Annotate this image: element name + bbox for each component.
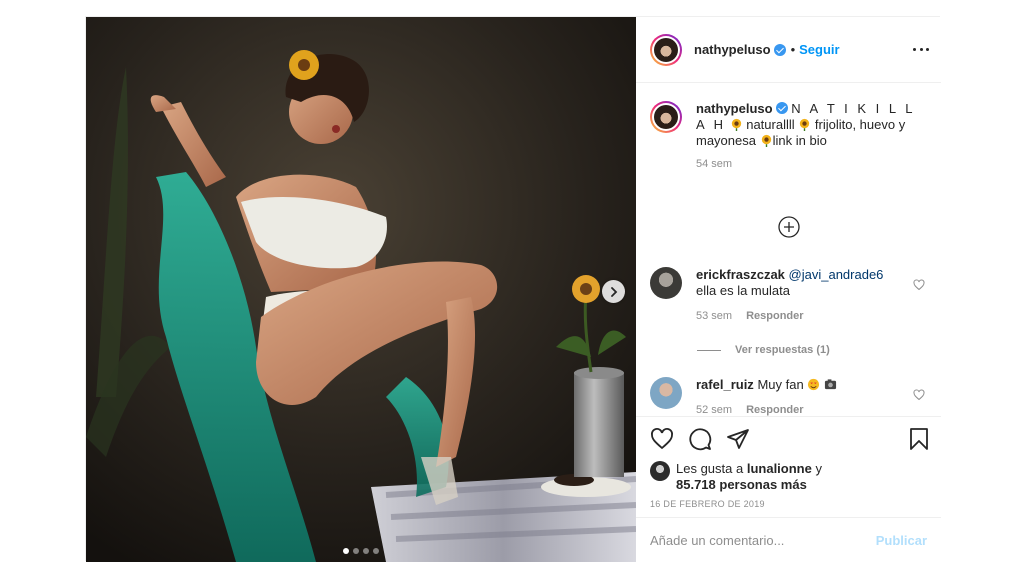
- reply-button[interactable]: Responder: [746, 310, 803, 322]
- add-comment-bar: Publicar: [636, 517, 941, 562]
- chevron-right-icon: [610, 286, 617, 297]
- slide-dot: [353, 548, 359, 554]
- sunflower-emoji-icon: [761, 134, 771, 147]
- verified-badge-icon: [775, 102, 788, 114]
- caption-line: mayonesa: [696, 133, 756, 148]
- comment-username[interactable]: erickfraszczak: [696, 267, 785, 282]
- more-options-icon[interactable]: [913, 41, 929, 57]
- instagram-post: nathypeluso • Seguir nathypeluso N A T I…: [85, 16, 941, 562]
- post-sidebar: nathypeluso • Seguir nathypeluso N A T I…: [636, 17, 941, 562]
- sunflower-emoji-icon: [731, 118, 741, 131]
- caption-avatar[interactable]: [650, 101, 682, 133]
- comment-time[interactable]: 52 sem: [696, 404, 732, 416]
- commenter-avatar[interactable]: [650, 377, 682, 409]
- comment-text: Muy fan: [757, 377, 804, 392]
- post-actions: Les gusta a lunalionne y 85.718 personas…: [636, 416, 941, 509]
- follow-button[interactable]: Seguir: [799, 42, 839, 57]
- caption-username[interactable]: nathypeluso: [696, 101, 773, 116]
- likes-conj: y: [815, 461, 822, 476]
- view-replies-label: Ver respuestas (1): [735, 344, 830, 356]
- view-replies-button[interactable]: Ver respuestas (1): [697, 344, 830, 356]
- publish-button[interactable]: Publicar: [876, 533, 927, 548]
- slide-dot-active: [343, 548, 349, 554]
- action-icons-row: [636, 417, 941, 461]
- slide-indicator: [343, 548, 379, 554]
- comment-time[interactable]: 53 sem: [696, 310, 732, 322]
- liker-avatar[interactable]: [650, 461, 670, 481]
- comment-text: ella es la mulata: [696, 283, 790, 298]
- caption-time[interactable]: 54 sem: [696, 158, 732, 170]
- slide-dot: [363, 548, 369, 554]
- comment-username[interactable]: rafel_ruiz: [696, 377, 754, 392]
- separator-dot: •: [790, 42, 796, 57]
- bookmark-icon[interactable]: [907, 427, 931, 451]
- comments-section: nathypeluso N A T I K I L L A H naturall…: [636, 83, 941, 416]
- caption-line: link in bio: [772, 133, 827, 148]
- comment-input[interactable]: [650, 532, 876, 548]
- comment-item: rafel_ruiz Muy fan 52 sem Responder: [650, 377, 927, 416]
- verified-badge-icon: [773, 43, 786, 56]
- comment-mention[interactable]: @javi_andrade6: [789, 267, 884, 282]
- comment-item: erickfraszczak @javi_andrade6 ella es la…: [650, 267, 927, 322]
- caption-line: frijolito, huevo y: [814, 117, 906, 132]
- heart-icon[interactable]: [913, 389, 925, 401]
- likes-prefix: Les gusta a: [676, 461, 744, 476]
- next-slide-button[interactable]: [602, 280, 625, 303]
- post-date[interactable]: 16 DE FEBRERO DE 2019: [636, 499, 941, 509]
- likes-summary: Les gusta a lunalionne y 85.718 personas…: [636, 461, 941, 493]
- heart-eyes-emoji-icon: [808, 378, 820, 391]
- post-caption: nathypeluso N A T I K I L L A H naturall…: [650, 101, 927, 170]
- likes-count[interactable]: 85.718 personas más: [676, 477, 807, 492]
- dancer-photo-image: [86, 17, 636, 562]
- plus-circle-icon[interactable]: [778, 216, 800, 238]
- slide-dot: [373, 548, 379, 554]
- author-username[interactable]: nathypeluso: [694, 42, 771, 57]
- heart-icon[interactable]: [913, 279, 925, 291]
- commenter-avatar[interactable]: [650, 267, 682, 299]
- sunflower-emoji-icon: [800, 118, 810, 131]
- share-icon[interactable]: [726, 427, 750, 451]
- post-photo[interactable]: [86, 17, 636, 562]
- reply-button[interactable]: Responder: [746, 404, 803, 416]
- replies-line: [697, 349, 721, 351]
- heart-icon[interactable]: [650, 427, 674, 451]
- post-header: nathypeluso • Seguir: [636, 17, 941, 83]
- liker-username[interactable]: lunalionne: [747, 461, 812, 476]
- camera-emoji-icon: [824, 379, 837, 390]
- comment-icon[interactable]: [688, 427, 712, 451]
- author-avatar[interactable]: [650, 33, 682, 66]
- caption-line: naturallll: [746, 117, 795, 132]
